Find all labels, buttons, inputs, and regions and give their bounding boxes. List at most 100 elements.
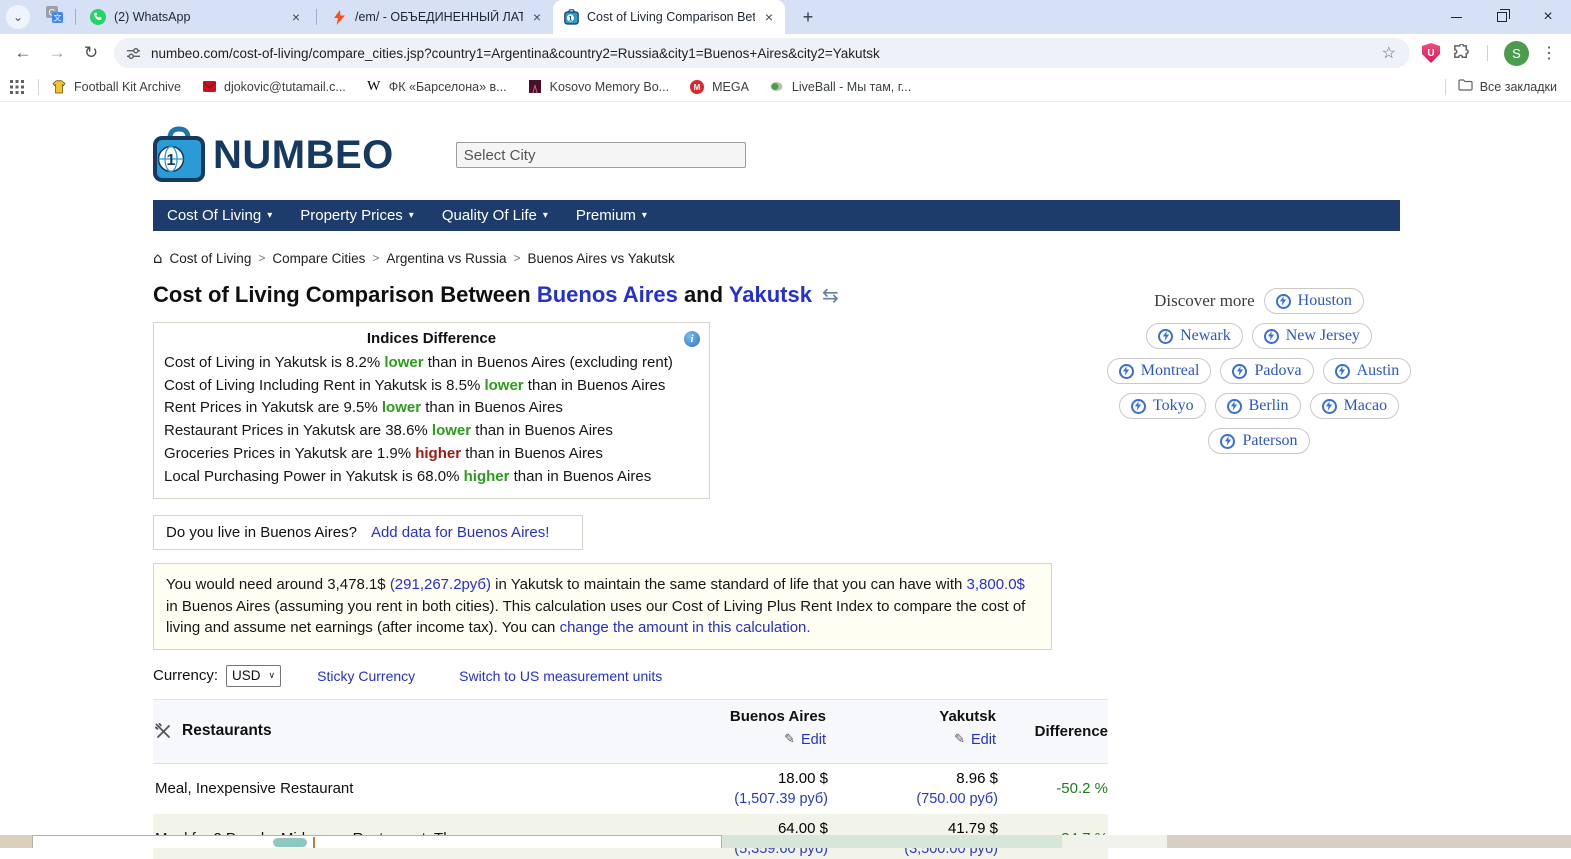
extensions-puzzle-icon[interactable] xyxy=(1452,43,1471,63)
nav-quality-of-life[interactable]: Quality Of Life ▾ xyxy=(428,207,562,224)
forward-button[interactable]: → xyxy=(42,38,72,68)
estimate-rub-link[interactable]: (291,267.2руб) xyxy=(390,576,491,593)
edit-link[interactable]: Edit xyxy=(971,732,996,748)
bookmark-item[interactable]: Kosovo Memory Bo... xyxy=(527,79,670,95)
breadcrumb-item: Buenos Aires vs Yakutsk xyxy=(527,250,675,266)
tab-numbeo-active[interactable]: 1 Cost of Living Comparison Betw × xyxy=(553,0,785,34)
bookmark-item[interactable]: djokovic@tutamail.c... xyxy=(201,79,346,95)
compare-icon xyxy=(1275,293,1291,309)
chevron-down-icon: ▾ xyxy=(542,210,548,221)
discover-label: Discover more xyxy=(1154,291,1255,310)
nav-premium[interactable]: Premium ▾ xyxy=(562,207,661,224)
home-icon[interactable]: ⌂ xyxy=(153,249,163,267)
discover-city-pill[interactable]: Padova xyxy=(1220,358,1314,384)
tab-close-icon[interactable]: × xyxy=(288,9,304,25)
nav-cost-of-living[interactable]: Cost Of Living ▾ xyxy=(153,207,286,224)
discover-more: Discover more Houston Newark New Jersey … xyxy=(1106,288,1412,463)
estimate-usd-link[interactable]: 3,800.0$ xyxy=(967,576,1025,593)
bookmark-label: Kosovo Memory Bo... xyxy=(549,79,670,94)
breadcrumb-separator: > xyxy=(372,251,380,265)
breadcrumb-item[interactable]: Cost of Living xyxy=(170,251,252,266)
chevron-down-icon: ▾ xyxy=(267,210,273,221)
discover-city-pill[interactable]: Austin xyxy=(1322,358,1412,384)
currency-select[interactable]: USD ∨ xyxy=(226,664,282,687)
discover-city-pill[interactable]: Newark xyxy=(1146,323,1243,349)
nav-property-prices[interactable]: Property Prices ▾ xyxy=(286,207,428,224)
discover-city-pill[interactable]: Houston xyxy=(1263,288,1364,314)
bookmark-item[interactable]: W ФК «Барселона» в... xyxy=(366,79,506,95)
tab-separator xyxy=(75,9,76,25)
address-bar[interactable]: numbeo.com/cost-of-living/compare_cities… xyxy=(114,38,1410,68)
minimize-button[interactable] xyxy=(1433,0,1479,34)
profile-avatar[interactable]: S xyxy=(1504,40,1529,66)
edit-city1[interactable]: ✎ Edit xyxy=(638,732,826,748)
background-windows-strip xyxy=(0,835,1571,848)
bookmark-star-icon[interactable]: ☆ xyxy=(1378,43,1400,63)
currency-value: USD xyxy=(232,668,261,684)
add-data-link[interactable]: Add data for Buenos Aires! xyxy=(371,524,549,541)
select-city-input[interactable] xyxy=(455,142,746,168)
change-amount-link[interactable]: change the amount in this calculation. xyxy=(560,619,811,636)
index-line: Cost of Living Including Rent in Yakutsk… xyxy=(164,376,666,394)
bookmarks-separator xyxy=(38,78,39,95)
nav-label: Quality Of Life xyxy=(441,207,537,224)
tab-title: (2) WhatsApp xyxy=(114,10,191,24)
tab-title: /em/ - ОБЪЕДИНЕННЫЙ ЛАТИ xyxy=(355,10,523,24)
edit-city2[interactable]: ✎ Edit xyxy=(828,732,996,748)
tab-close-icon[interactable]: × xyxy=(529,9,545,25)
row-label: Meal, Inexpensive Restaurant xyxy=(155,780,354,798)
bookmark-item[interactable]: LiveBall - Мы там, г... xyxy=(769,79,911,95)
reload-button[interactable]: ↻ xyxy=(76,38,106,68)
ublock-extension-icon[interactable]: U xyxy=(1422,43,1440,63)
edit-link[interactable]: Edit xyxy=(801,732,826,748)
bookmark-item[interactable]: Football Kit Archive xyxy=(51,79,181,95)
discover-city-pill[interactable]: Tokyo xyxy=(1118,393,1206,419)
tab-search-button[interactable]: ⌄ xyxy=(6,5,30,29)
switch-units-link[interactable]: Switch to US measurement units xyxy=(459,668,662,684)
nav-label: Property Prices xyxy=(300,207,403,224)
pencil-icon: ✎ xyxy=(784,732,795,748)
restore-button[interactable] xyxy=(1479,0,1525,34)
new-tab-button[interactable]: + xyxy=(795,4,821,30)
strip-segment xyxy=(1167,835,1571,848)
discover-city-pill[interactable]: New Jersey xyxy=(1251,323,1372,349)
discover-city-pill[interactable]: Montreal xyxy=(1106,358,1212,384)
table-header: Restaurants Buenos Aires ✎ Edit Yakutsk … xyxy=(153,699,1108,764)
numbeo-wordmark[interactable]: NUMBEO xyxy=(213,133,394,178)
close-button[interactable]: × xyxy=(1525,0,1571,34)
url-text: numbeo.com/cost-of-living/compare_cities… xyxy=(151,45,880,61)
bookmark-label: MEGA xyxy=(712,79,749,94)
back-button[interactable]: ← xyxy=(8,38,38,68)
tab-forum[interactable]: /em/ - ОБЪЕДИНЕННЫЙ ЛАТИ × xyxy=(321,0,553,34)
pencil-icon: ✎ xyxy=(954,732,965,748)
apps-grid-icon[interactable] xyxy=(10,79,24,94)
site-header: 1 NUMBEO xyxy=(153,102,1400,186)
breadcrumb-item[interactable]: Compare Cities xyxy=(272,251,365,266)
swap-cities-icon[interactable]: ⇆ xyxy=(822,283,839,307)
sticky-currency-link[interactable]: Sticky Currency xyxy=(317,668,415,684)
all-bookmarks-label: Все закладки xyxy=(1479,79,1557,94)
info-icon[interactable]: i xyxy=(684,331,700,347)
tab-whatsapp[interactable]: (2) WhatsApp × xyxy=(80,0,312,34)
tab-close-icon[interactable]: × xyxy=(761,9,777,25)
kosovo-memory-icon xyxy=(527,79,543,95)
discover-city-pill[interactable]: Macao xyxy=(1309,393,1400,419)
column-city2: Yakutsk ✎ Edit xyxy=(828,700,998,763)
bookmark-item[interactable]: M MEGA xyxy=(689,79,749,95)
bookmark-label: LiveBall - Мы там, г... xyxy=(791,79,912,94)
compare-icon xyxy=(1118,363,1134,379)
translate-pinned-tab[interactable]: G 文 xyxy=(46,6,63,28)
numbeo-logo-icon[interactable]: 1 xyxy=(153,126,205,184)
bookmark-label: djokovic@tutamail.c... xyxy=(224,79,346,94)
city2-header: Yakutsk xyxy=(939,707,996,725)
discover-city-pill[interactable]: Berlin xyxy=(1214,393,1301,419)
liveball-icon xyxy=(769,79,785,95)
estimate-box: You would need around 3,478.1$ (291,267.… xyxy=(153,563,1052,650)
breadcrumb-item[interactable]: Argentina vs Russia xyxy=(386,251,506,266)
breadcrumb-separator: > xyxy=(258,251,266,265)
index-line: Restaurant Prices in Yakutsk are 38.6% l… xyxy=(164,422,613,440)
chrome-menu-icon[interactable]: ⋮ xyxy=(1541,43,1557,63)
compare-icon xyxy=(1334,363,1350,379)
discover-city-pill[interactable]: Paterson xyxy=(1208,428,1310,454)
all-bookmarks[interactable]: Все закладки xyxy=(1441,78,1561,96)
